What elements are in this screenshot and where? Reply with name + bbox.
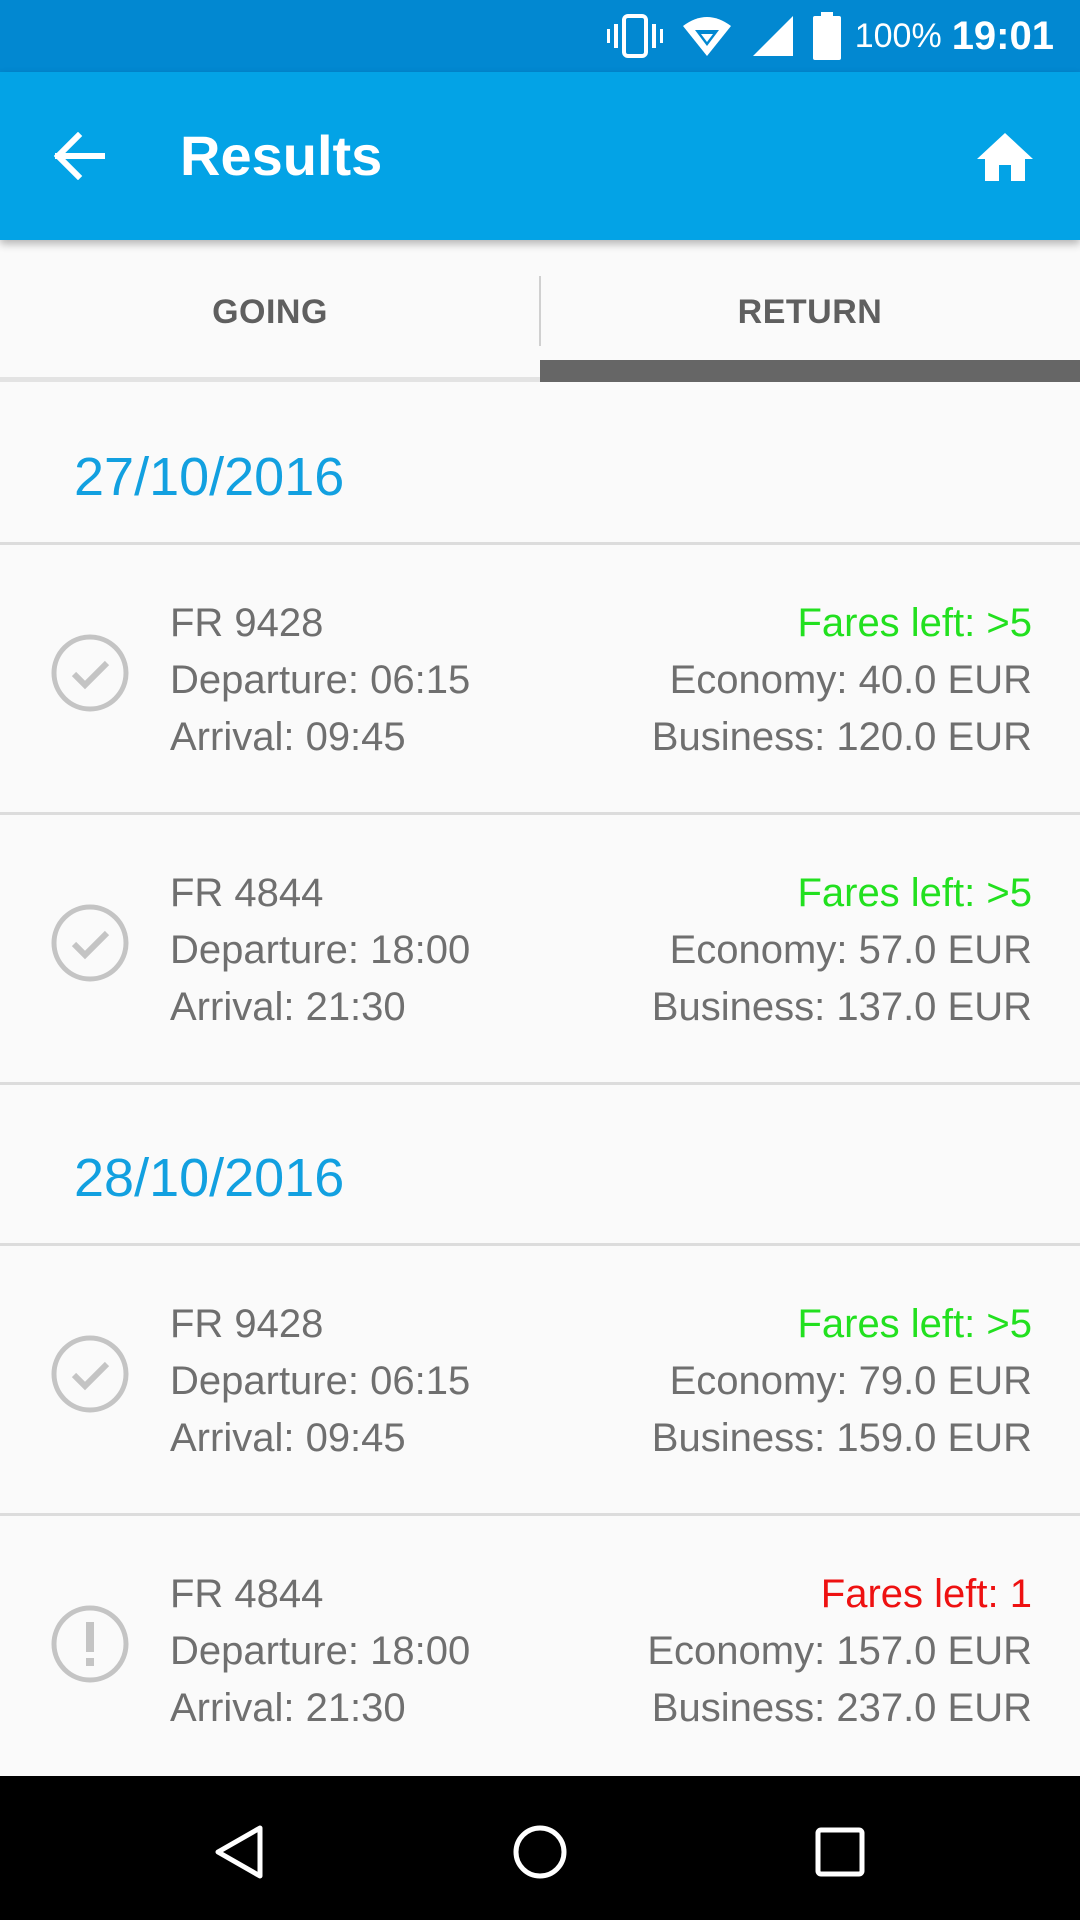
economy-price: Economy: 40.0 EUR: [669, 658, 1032, 702]
flight-code: FR 9428: [170, 601, 324, 645]
fare-info: Fares left: 1 Economy: 157.0 EUR Busines…: [647, 1566, 1032, 1737]
flight-info: FR 4844 Departure: 18:00 Arrival: 21:30: [170, 1566, 470, 1737]
fares-left: Fares left: >5: [797, 1302, 1032, 1346]
arrow-back-icon: [54, 132, 105, 180]
departure-time: Departure: 18:00: [170, 928, 471, 972]
arrival-time: Arrival: 21:30: [170, 1686, 406, 1730]
date-header: 28/10/2016: [0, 1085, 1080, 1246]
nav-home-icon: [513, 1825, 567, 1879]
departure-time: Departure: 06:15: [170, 1359, 471, 1403]
status-bar: 100% 19:01: [0, 0, 1080, 72]
flight-info: FR 4844 Departure: 18:00 Arrival: 21:30: [170, 865, 470, 1036]
business-price: Business: 237.0 EUR: [651, 1686, 1032, 1730]
wifi-icon: [681, 14, 733, 58]
signal-icon: [751, 14, 795, 58]
fare-info: Fares left: >5 Economy: 57.0 EUR Busines…: [652, 865, 1032, 1036]
page-title: Results: [180, 124, 383, 187]
flight-row[interactable]: FR 4844 Departure: 18:00 Arrival: 21:30 …: [0, 815, 1080, 1085]
departure-time: Departure: 18:00: [170, 1629, 471, 1673]
flight-code: FR 4844: [170, 871, 324, 915]
alert-circle-icon: [51, 1605, 129, 1683]
battery-percent: 100%: [854, 16, 942, 55]
economy-price: Economy: 57.0 EUR: [669, 928, 1032, 972]
nav-home-button[interactable]: [500, 1812, 580, 1892]
business-price: Business: 159.0 EUR: [651, 1416, 1032, 1460]
flight-code: FR 9428: [170, 1302, 324, 1346]
arrival-time: Arrival: 21:30: [170, 985, 406, 1029]
flight-row[interactable]: FR 9428 Departure: 06:15 Arrival: 09:45 …: [0, 1246, 1080, 1516]
tab-selected-indicator: [540, 360, 1080, 382]
fares-left: Fares left: 1: [820, 1572, 1032, 1616]
business-price: Business: 137.0 EUR: [651, 985, 1032, 1029]
flight-row[interactable]: FR 9428 Departure: 06:15 Arrival: 09:45 …: [0, 545, 1080, 815]
status-clock: 19:01: [951, 13, 1054, 58]
tab-going[interactable]: GOING: [0, 240, 540, 384]
date-header: 27/10/2016: [0, 384, 1080, 545]
date-label: 28/10/2016: [74, 1148, 345, 1208]
check-circle-icon: [51, 904, 129, 982]
nav-recents-button[interactable]: [800, 1812, 880, 1892]
system-nav-bar: [0, 1776, 1080, 1920]
economy-price: Economy: 157.0 EUR: [647, 1629, 1032, 1673]
flight-code: FR 4844: [170, 1572, 324, 1616]
departure-time: Departure: 06:15: [170, 658, 471, 702]
flight-row[interactable]: FR 4844 Departure: 18:00 Arrival: 21:30 …: [0, 1516, 1080, 1776]
fares-left: Fares left: >5: [797, 601, 1032, 645]
home-icon: [977, 133, 1033, 181]
nav-recents-icon: [815, 1827, 865, 1877]
fare-info: Fares left: >5 Economy: 40.0 EUR Busines…: [652, 595, 1032, 766]
back-button[interactable]: [40, 116, 120, 196]
date-label: 27/10/2016: [74, 447, 345, 507]
home-button[interactable]: [960, 112, 1050, 202]
check-circle-icon: [51, 1335, 129, 1413]
check-circle-icon: [51, 634, 129, 712]
battery-icon: [812, 12, 841, 60]
fare-info: Fares left: >5 Economy: 79.0 EUR Busines…: [652, 1296, 1032, 1467]
results-list[interactable]: 27/10/2016 FR 9428 Departure: 06:15 Arri…: [0, 384, 1080, 1776]
arrival-time: Arrival: 09:45: [170, 715, 406, 759]
arrival-time: Arrival: 09:45: [170, 1416, 406, 1460]
fares-left: Fares left: >5: [797, 871, 1032, 915]
tab-bar: GOING RETURN: [0, 240, 1080, 384]
nav-back-icon: [215, 1825, 263, 1879]
flight-info: FR 9428 Departure: 06:15 Arrival: 09:45: [170, 595, 470, 766]
app-bar: Results: [0, 72, 1080, 240]
tab-underline: [0, 377, 540, 382]
economy-price: Economy: 79.0 EUR: [669, 1359, 1032, 1403]
flight-info: FR 9428 Departure: 06:15 Arrival: 09:45: [170, 1296, 470, 1467]
business-price: Business: 120.0 EUR: [651, 715, 1032, 759]
vibrate-icon: [606, 14, 663, 58]
nav-back-button[interactable]: [200, 1812, 280, 1892]
